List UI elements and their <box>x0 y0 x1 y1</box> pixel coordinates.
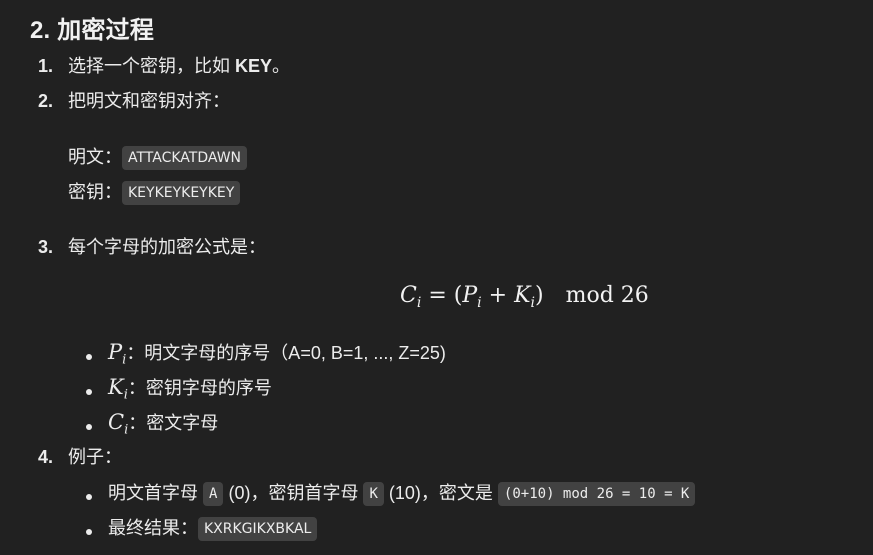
result-label: 最终结果： <box>108 518 198 538</box>
code-a: A <box>203 482 224 507</box>
step-4: 4. 例子： <box>38 445 122 469</box>
var-c: C <box>108 410 125 434</box>
plaintext-row: 明文： ATTACKATDAWN <box>68 145 248 171</box>
section-heading: 2. 加密过程 <box>30 17 155 44</box>
encryption-formula: Ci = (Pi + Ki) mod 26 <box>400 283 649 311</box>
formula-close: ) <box>535 283 544 308</box>
step-2: 2. 把明文和密钥对齐： <box>38 89 230 113</box>
definition-k: Ki：密钥字母的序号 <box>80 375 272 408</box>
key-example: KEY <box>235 56 273 76</box>
step-text: 例子： <box>68 447 122 467</box>
code-calculation: (0+10) mod 26 = 10 = K <box>497 482 696 507</box>
step-number: 3. <box>38 237 54 257</box>
formula-plus: + <box>488 283 508 308</box>
step-3: 3. 每个字母的加密公式是： <box>38 235 266 259</box>
code-k: K <box>363 482 384 507</box>
definition-text: ：密文字母 <box>128 413 219 433</box>
plaintext-label: 明文： <box>68 147 122 167</box>
formula-p: P <box>462 283 478 308</box>
definition-p: Pi：明文字母的序号（A=0, B=1, ..., Z=25) <box>80 340 446 373</box>
step-number: 2. <box>38 91 54 111</box>
step-text: 每个字母的加密公式是： <box>68 237 266 257</box>
step-number: 4. <box>38 447 54 467</box>
example-result: 最终结果： KXRKGIKXBKAL <box>80 516 318 542</box>
step-text-end: 。 <box>272 56 291 76</box>
step-text: 选择一个密钥，比如 <box>68 56 236 76</box>
formula-eq: = <box>428 283 447 308</box>
var-k: K <box>108 375 124 399</box>
formula-mod: mod 26 <box>565 283 649 308</box>
plaintext-code: ATTACKATDAWN <box>122 146 248 171</box>
key-label: 密钥： <box>68 182 122 202</box>
step-1: 1. 选择一个密钥，比如 KEY。 <box>38 54 290 78</box>
formula-c-sub: i <box>416 295 422 311</box>
formula-p-sub: i <box>477 295 482 311</box>
formula-k: K <box>514 283 531 308</box>
definition-text: ：明文字母的序号（A=0, B=1, ..., Z=25) <box>126 343 446 363</box>
content-area: 2. 加密过程 1. 选择一个密钥，比如 KEY。 2. 把明文和密钥对齐： 明文：… <box>0 0 873 555</box>
formula-c: C <box>400 283 417 308</box>
var-p: P <box>108 340 123 364</box>
key-row: 密钥： KEYKEYKEYKEY <box>68 180 241 206</box>
definition-c: Ci：密文字母 <box>80 410 218 443</box>
step-text: 把明文和密钥对齐： <box>68 91 230 111</box>
example-text: (10)，密文是 <box>383 483 498 503</box>
step-number: 1. <box>38 56 54 76</box>
example-first-letter: 明文首字母 A (0)，密钥首字母 K (10)，密文是 (0+10) mod … <box>80 481 696 507</box>
definition-text: ：密钥字母的序号 <box>127 378 272 398</box>
example-text: 明文首字母 <box>108 483 204 503</box>
result-code: KXRKGIKXBKAL <box>198 517 318 542</box>
key-code: KEYKEYKEYKEY <box>122 181 241 206</box>
example-text: (0)，密钥首字母 <box>223 483 364 503</box>
